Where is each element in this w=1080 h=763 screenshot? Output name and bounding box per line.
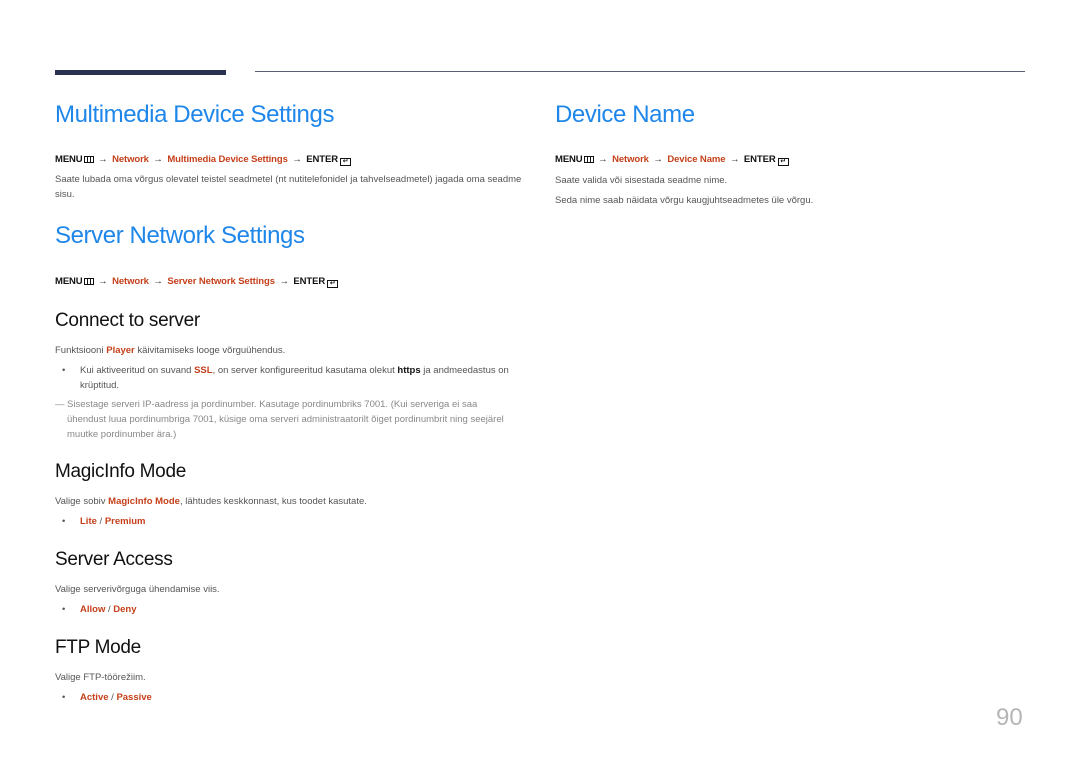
option-lite: Lite (80, 516, 97, 527)
enter-icon: ↵ (777, 158, 789, 166)
option-active: Active (80, 692, 109, 703)
ftp-description: Valige FTP-töörežiim. (55, 672, 146, 683)
path-network: Network (112, 154, 149, 165)
multimedia-description: Saate lubada oma võrgus olevatel teistel… (55, 174, 522, 200)
ftp-options: • Active / Passive (62, 692, 152, 703)
heading-server-network-settings: Server Network Settings (55, 222, 305, 249)
path-network: Network (612, 154, 649, 165)
menu-path-server-network: MENU → Network → Server Network Settings… (55, 275, 339, 288)
magicinfo-description: Valige sobiv MagicInfo Mode, lähtudes ke… (55, 496, 367, 507)
heading-connect-to-server: Connect to server (55, 310, 200, 331)
menu-icon (83, 156, 94, 163)
path-network: Network (112, 276, 149, 287)
device-name-description-2: Seda nime saab näidata võrgu kaugjuhtsea… (555, 195, 814, 206)
option-deny: Deny (113, 604, 137, 615)
menu-path-device-name: MENU → Network → Device Name → ENTER ↵ (555, 153, 789, 166)
option-allow: Allow (80, 604, 106, 615)
header-rule-thin (255, 71, 1025, 72)
page-number: 90 (996, 704, 1023, 731)
menu-path-multimedia: MENU → Network → Multimedia Device Setti… (55, 153, 351, 166)
heading-device-name: Device Name (555, 101, 695, 128)
option-premium: Premium (104, 516, 146, 527)
connect-note: — Sisestage serveri IP-aadress ja pordin… (55, 399, 504, 440)
menu-icon (83, 278, 94, 285)
enter-icon: ↵ (339, 158, 351, 166)
heading-server-access: Server Access (55, 549, 173, 570)
heading-magicinfo-mode: MagicInfo Mode (55, 461, 186, 482)
connect-bullet-ssl: • Kui aktiveeritud on suvand SSL, on ser… (62, 365, 509, 391)
path-item: Server Network Settings (167, 276, 275, 287)
menu-icon (583, 156, 594, 163)
option-passive: Passive (116, 692, 152, 703)
heading-ftp-mode: FTP Mode (55, 637, 141, 658)
server-access-description: Valige serverivõrguga ühendamise viis. (55, 584, 220, 595)
heading-multimedia-device-settings: Multimedia Device Settings (55, 101, 335, 128)
device-name-description-1: Saate valida või sisestada seadme nime. (555, 175, 728, 186)
header-rule-thick (55, 70, 226, 75)
path-item: Device Name (667, 154, 726, 165)
path-item: Multimedia Device Settings (167, 154, 288, 165)
magicinfo-options: • Lite / Premium (62, 516, 146, 527)
connect-description: Funktsiooni Player käivitamiseks looge v… (55, 345, 286, 356)
enter-icon: ↵ (327, 280, 339, 288)
server-access-options: • Allow / Deny (62, 604, 137, 615)
